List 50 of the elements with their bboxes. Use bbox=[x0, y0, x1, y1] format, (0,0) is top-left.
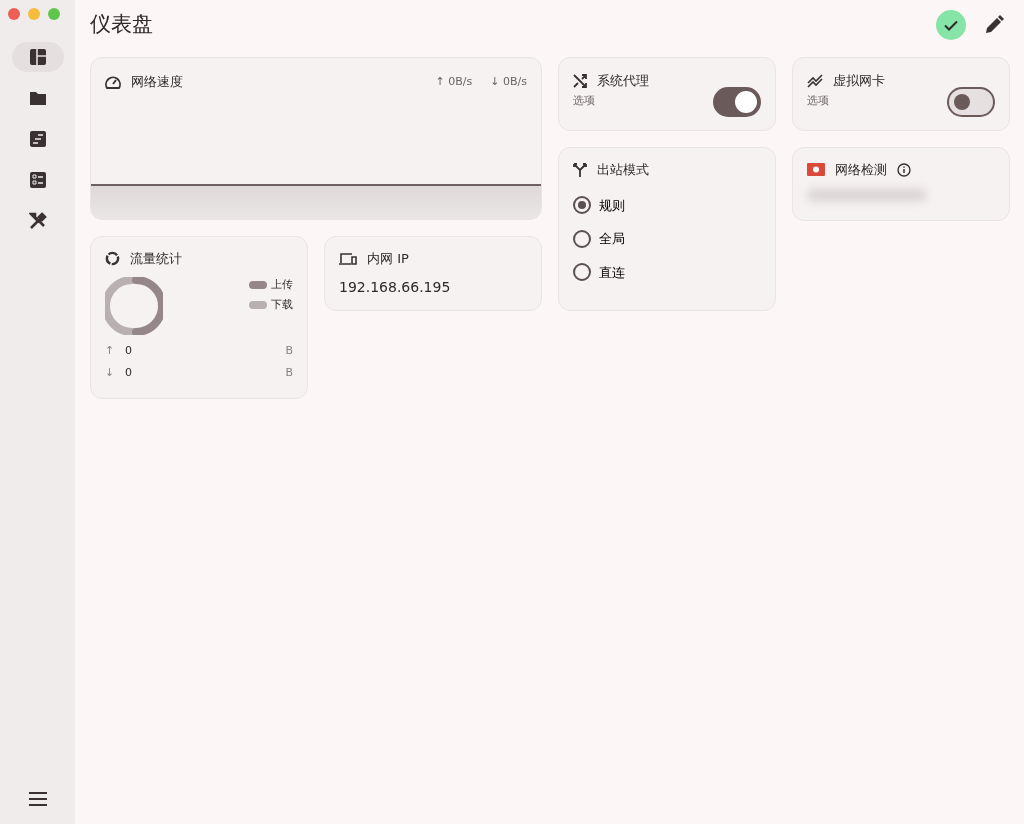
status-button[interactable] bbox=[936, 10, 966, 40]
tools-icon bbox=[28, 212, 47, 230]
speedometer-icon bbox=[105, 74, 121, 89]
shuffle-icon bbox=[573, 73, 587, 88]
legend-swatch bbox=[249, 301, 267, 310]
radio-button[interactable] bbox=[573, 263, 591, 282]
upload-speed: ↑ 0B/s bbox=[435, 73, 473, 90]
trend-icon bbox=[807, 73, 823, 88]
download-speed: ↓ 0B/s bbox=[490, 73, 527, 90]
menu-icon[interactable] bbox=[28, 792, 47, 806]
checklist-icon bbox=[28, 171, 47, 189]
option-label: 选项 bbox=[807, 93, 829, 110]
arrow-glyph: ↑ bbox=[105, 342, 116, 359]
flag-icon bbox=[807, 163, 825, 177]
radio-button[interactable] bbox=[573, 196, 591, 215]
devices-icon bbox=[339, 251, 357, 266]
traffic-value: 0 bbox=[125, 365, 132, 381]
radio-option[interactable]: 规则 bbox=[573, 195, 761, 215]
card-title: 出站模式 bbox=[597, 161, 649, 179]
toggle-switch[interactable] bbox=[947, 86, 995, 117]
arrow-glyph: ↓ bbox=[105, 365, 116, 381]
option-label: 选项 bbox=[573, 93, 595, 110]
card-title: 流量统计 bbox=[130, 250, 182, 268]
unit-label: B bbox=[285, 365, 293, 381]
folder-icon bbox=[28, 89, 47, 107]
toggle-switch[interactable] bbox=[713, 86, 761, 117]
card-title: 内网 IP bbox=[367, 250, 409, 268]
dashboard-icon bbox=[28, 48, 47, 66]
ip-address: 192.168.66.195 bbox=[339, 277, 452, 297]
unit-label: B bbox=[285, 342, 293, 359]
legend-label: 下载 bbox=[271, 297, 293, 313]
radio-button[interactable] bbox=[573, 229, 591, 248]
card-title: 系统代理 bbox=[597, 72, 649, 90]
donut-icon bbox=[105, 251, 120, 267]
fork-icon bbox=[573, 162, 587, 177]
close-window-button[interactable] bbox=[8, 8, 20, 20]
donut-drawing bbox=[105, 276, 163, 335]
info-icon[interactable] bbox=[897, 162, 911, 177]
legend-label: 上传 bbox=[271, 276, 293, 293]
page-title: 仪表盘 bbox=[90, 12, 153, 38]
card-title: 网络速度 bbox=[131, 73, 183, 91]
sidebar-item[interactable] bbox=[11, 42, 64, 72]
legend-swatch bbox=[249, 280, 267, 289]
radio-option[interactable]: 全局 bbox=[573, 229, 761, 249]
card-title: 网络检测 bbox=[835, 161, 887, 179]
radio-option[interactable]: 直连 bbox=[573, 262, 761, 282]
check-icon bbox=[944, 19, 958, 31]
card-title: 虚拟网卡 bbox=[833, 72, 885, 90]
traffic-value: 0 bbox=[125, 342, 132, 359]
notes-icon bbox=[28, 130, 47, 148]
